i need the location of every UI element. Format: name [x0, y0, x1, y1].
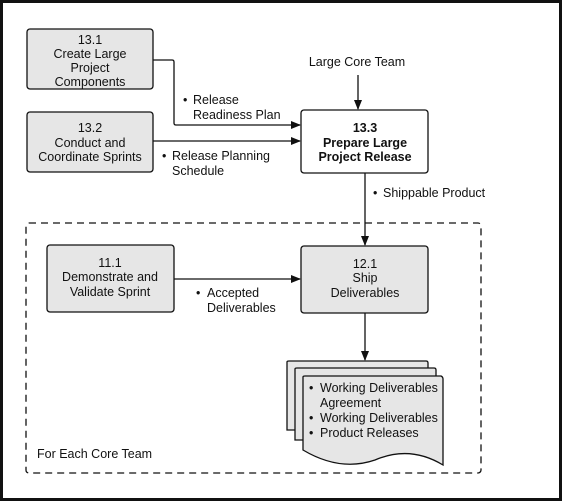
flow-label: Readiness Plan — [193, 108, 281, 122]
process-label: Ship — [352, 271, 377, 285]
process-label: Project Release — [318, 150, 411, 164]
bullet: • — [162, 149, 166, 163]
process-label: Deliverables — [331, 286, 400, 300]
process-label: Components — [55, 75, 126, 89]
output-documents: • Working Deliverables Agreement • Worki… — [286, 360, 444, 467]
bullet: • — [196, 286, 200, 300]
process-13-2: 13.2 Conduct and Coordinate Sprints — [26, 111, 154, 173]
process-label: Project — [71, 61, 110, 75]
flow-label: Accepted — [207, 286, 259, 300]
process-13-1: 13.1 Create Large Project Components — [26, 28, 154, 90]
process-label: Create Large — [54, 47, 127, 61]
process-label: Coordinate Sprints — [38, 150, 142, 164]
flow-label: Schedule — [172, 164, 224, 178]
process-label: Conduct and — [55, 136, 126, 150]
bullet: • — [373, 186, 377, 200]
process-11-1: 11.1 Demonstrate and Validate Sprint — [46, 244, 175, 313]
output-item: Working Deliverables — [320, 381, 438, 395]
bullet: • — [309, 426, 313, 440]
process-id: 12.1 — [353, 257, 377, 271]
bullet: • — [309, 411, 313, 425]
diagram-canvas: 13.1 Create Large Project Components 13.… — [0, 0, 562, 501]
flow-label: Shippable Product — [383, 186, 486, 200]
flow-label: Release — [193, 93, 239, 107]
output-item: Agreement — [320, 396, 382, 410]
process-label: Validate Sprint — [70, 285, 151, 299]
process-id: 13.2 — [78, 121, 102, 135]
process-12-1: 12.1 Ship Deliverables — [300, 245, 429, 314]
group-label: For Each Core Team — [37, 447, 152, 461]
bullet: • — [309, 381, 313, 395]
output-item: Product Releases — [320, 426, 419, 440]
output-item: Working Deliverables — [320, 411, 438, 425]
process-label: Prepare Large — [323, 136, 407, 150]
process-id: 11.1 — [98, 256, 121, 270]
bullet: • — [183, 93, 187, 107]
input-large-core-team: Large Core Team — [309, 55, 405, 69]
flow-label: Deliverables — [207, 301, 276, 315]
process-id: 13.3 — [353, 121, 377, 135]
process-label: Demonstrate and — [62, 270, 158, 284]
flow-label: Release Planning — [172, 149, 270, 163]
process-13-3: 13.3 Prepare Large Project Release — [300, 109, 429, 174]
process-id: 13.1 — [78, 33, 102, 47]
